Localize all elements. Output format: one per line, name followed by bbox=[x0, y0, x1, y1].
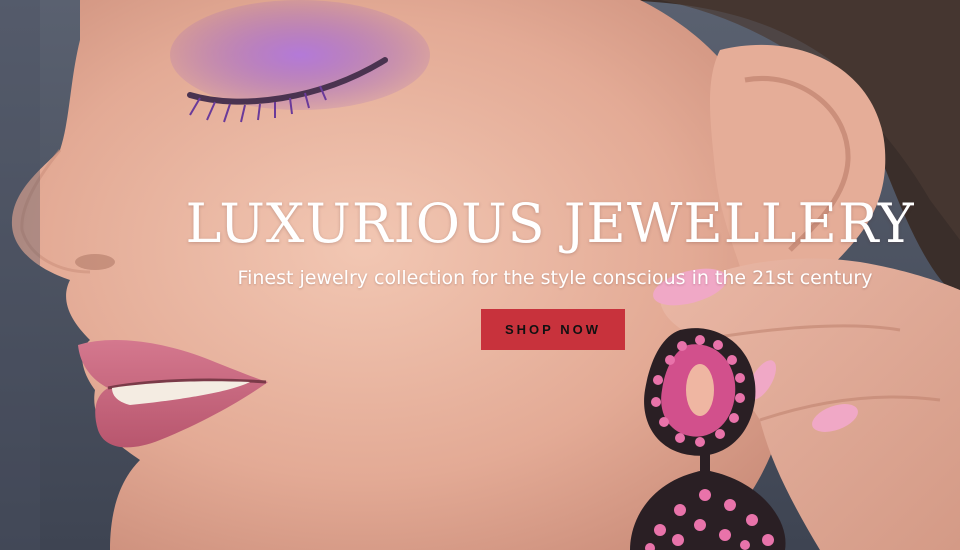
hero-subheadline: Finest jewelry collection for the style … bbox=[237, 267, 873, 289]
hero-headline: LUXURIOUS JEWELLERY bbox=[185, 192, 915, 255]
shop-now-button[interactable]: SHOP NOW bbox=[481, 309, 625, 350]
hero-banner: LUXURIOUS JEWELLERY Finest jewelry colle… bbox=[0, 0, 960, 550]
